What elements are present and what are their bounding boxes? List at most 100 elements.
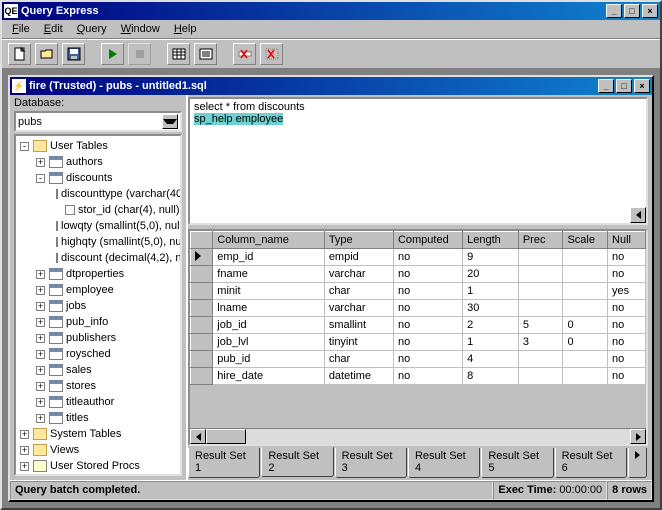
row-header[interactable] (191, 249, 213, 266)
tree-item[interactable]: stor_id (char(4), null) (18, 202, 180, 218)
table-row[interactable]: job_lvltinyintno130no (191, 334, 646, 351)
cell[interactable]: no (393, 266, 462, 283)
cell[interactable] (563, 283, 608, 300)
cell[interactable]: no (393, 334, 462, 351)
expand-icon[interactable]: + (36, 302, 45, 311)
expand-icon[interactable]: + (36, 270, 45, 279)
table-row[interactable]: hire_datedatetimeno8no (191, 368, 646, 385)
cell[interactable]: no (608, 249, 646, 266)
save-icon[interactable] (62, 43, 85, 65)
cell[interactable]: no (608, 317, 646, 334)
tree-item[interactable]: +User Stored Procs (18, 458, 180, 474)
cell[interactable]: varchar (324, 300, 393, 317)
expand-icon[interactable]: + (36, 286, 45, 295)
expand-icon[interactable]: + (36, 350, 45, 359)
cell[interactable]: smallint (324, 317, 393, 334)
cell[interactable]: 4 (463, 351, 519, 368)
tree-item[interactable]: +sales (18, 362, 180, 378)
cell[interactable]: varchar (324, 266, 393, 283)
table-row[interactable]: job_idsmallintno250no (191, 317, 646, 334)
expand-icon[interactable]: + (36, 366, 45, 375)
cell[interactable]: fname (213, 266, 325, 283)
cell[interactable] (563, 249, 608, 266)
maximize-button[interactable]: □ (624, 4, 640, 18)
row-header[interactable] (191, 368, 213, 385)
grid-view-icon[interactable] (167, 43, 190, 65)
cell[interactable]: 3 (518, 334, 563, 351)
column-header[interactable]: Null (608, 232, 646, 249)
row-header[interactable] (191, 283, 213, 300)
cell[interactable]: 20 (463, 266, 519, 283)
cell[interactable]: 1 (463, 283, 519, 300)
result-tab[interactable]: Result Set 3 (335, 448, 407, 478)
child-minimize-button[interactable]: _ (598, 79, 614, 93)
cell[interactable]: char (324, 283, 393, 300)
cell[interactable]: 0 (563, 317, 608, 334)
new-icon[interactable] (8, 43, 31, 65)
open-icon[interactable] (35, 43, 58, 65)
expand-icon[interactable]: + (20, 446, 29, 455)
tree-item[interactable]: +titleauthor (18, 394, 180, 410)
cell[interactable]: no (608, 266, 646, 283)
cell[interactable]: char (324, 351, 393, 368)
database-combo[interactable]: pubs (14, 111, 182, 132)
cell[interactable]: tinyint (324, 334, 393, 351)
tree-item[interactable]: +jobs (18, 298, 180, 314)
cell[interactable]: 0 (563, 334, 608, 351)
expand-icon[interactable]: + (36, 398, 45, 407)
row-header[interactable] (191, 300, 213, 317)
stop-icon[interactable] (128, 43, 151, 65)
tree-item[interactable]: lowqty (smallint(5,0), null) (18, 218, 180, 234)
tree-item[interactable]: +authors (18, 154, 180, 170)
tree-item[interactable]: +publishers (18, 330, 180, 346)
cell[interactable] (518, 249, 563, 266)
column-header[interactable]: Prec (518, 232, 563, 249)
cell[interactable]: 5 (518, 317, 563, 334)
results-grid[interactable]: Column_nameTypeComputedLengthPrecScaleNu… (188, 229, 648, 446)
tree-item[interactable]: discounttype (varchar(40), not null) (18, 186, 180, 202)
column-header[interactable]: Length (463, 232, 519, 249)
table-row[interactable]: fnamevarcharno20no (191, 266, 646, 283)
tree-item[interactable]: -User Tables (18, 138, 180, 154)
cell[interactable]: no (608, 334, 646, 351)
expand-icon[interactable]: + (36, 334, 45, 343)
column-header[interactable]: Computed (393, 232, 462, 249)
cell[interactable]: 9 (463, 249, 519, 266)
row-header[interactable] (191, 317, 213, 334)
cell[interactable]: no (393, 368, 462, 385)
cell[interactable]: no (393, 300, 462, 317)
cell[interactable]: minit (213, 283, 325, 300)
cell[interactable]: no (393, 317, 462, 334)
cell[interactable] (518, 300, 563, 317)
cell[interactable]: yes (608, 283, 646, 300)
expand-icon[interactable]: + (20, 462, 29, 471)
scroll-thumb[interactable] (206, 429, 246, 444)
menu-edit[interactable]: Edit (38, 21, 69, 37)
run-icon[interactable] (101, 43, 124, 65)
cell[interactable]: pub_id (213, 351, 325, 368)
scroll-right-icon[interactable] (630, 429, 646, 444)
sql-editor[interactable]: select * from discounts sp_help employee (188, 97, 648, 225)
cell[interactable]: 8 (463, 368, 519, 385)
tab-scroll-right-icon[interactable] (628, 448, 647, 478)
menu-query[interactable]: Query (71, 21, 113, 37)
table-row[interactable]: minitcharno1yes (191, 283, 646, 300)
collapse-icon[interactable]: - (20, 142, 29, 151)
result-tab[interactable]: Result Set 1 (188, 448, 260, 478)
cell[interactable]: no (608, 351, 646, 368)
cell[interactable]: 30 (463, 300, 519, 317)
object-tree[interactable]: -User Tables+authors-discountsdiscountty… (14, 134, 182, 476)
child-titlebar[interactable]: ⚡ fire (Trusted) - pubs - untitled1.sql … (10, 77, 652, 95)
table-row[interactable]: pub_idcharno4no (191, 351, 646, 368)
tree-item[interactable]: +titles (18, 410, 180, 426)
row-header[interactable] (191, 266, 213, 283)
cell[interactable]: no (393, 249, 462, 266)
tree-item[interactable]: +stores (18, 378, 180, 394)
expand-icon[interactable]: + (36, 414, 45, 423)
tree-item[interactable]: highqty (smallint(5,0), null) (18, 234, 180, 250)
cell[interactable] (563, 368, 608, 385)
cell[interactable]: job_lvl (213, 334, 325, 351)
column-header[interactable]: Column_name (213, 232, 325, 249)
close-button[interactable]: × (642, 4, 658, 18)
cell[interactable]: empid (324, 249, 393, 266)
